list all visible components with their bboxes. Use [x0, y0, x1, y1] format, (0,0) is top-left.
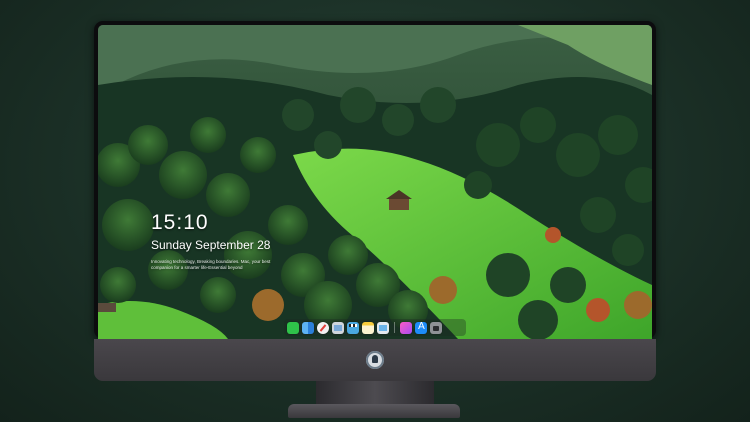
safari-icon[interactable] [317, 321, 329, 334]
monitor: 15:10 Sunday September 28 Innovating tec… [94, 21, 656, 381]
files-icon[interactable] [332, 321, 344, 334]
monitor-stand-base [288, 404, 460, 418]
app-store-icon[interactable] [415, 321, 427, 334]
wallpaper-forest-meadow [98, 25, 652, 339]
brand-logo-icon [366, 351, 384, 369]
lockscreen-time: 15:10 [151, 211, 209, 234]
clapper-icon[interactable] [347, 321, 359, 334]
finder-icon[interactable] [302, 321, 314, 334]
monitor-bezel: 15:10 Sunday September 28 Innovating tec… [94, 21, 656, 339]
dock-separator [394, 322, 395, 333]
lockscreen-clock-widget: 15:10 Sunday September 28 Innovating tec… [151, 211, 271, 271]
music-icon[interactable] [400, 321, 412, 334]
desktop-screen: 15:10 Sunday September 28 Innovating tec… [98, 25, 652, 339]
monitor-chin [94, 339, 656, 381]
messages-icon[interactable] [287, 321, 299, 334]
camera-icon[interactable] [430, 321, 442, 334]
lockscreen-tagline: Innovating technology, Breaking boundari… [151, 259, 271, 270]
lockscreen-date: Sunday September 28 [151, 238, 271, 252]
preview-icon[interactable] [377, 321, 389, 334]
notes-icon[interactable] [362, 321, 374, 334]
dock [284, 319, 466, 336]
